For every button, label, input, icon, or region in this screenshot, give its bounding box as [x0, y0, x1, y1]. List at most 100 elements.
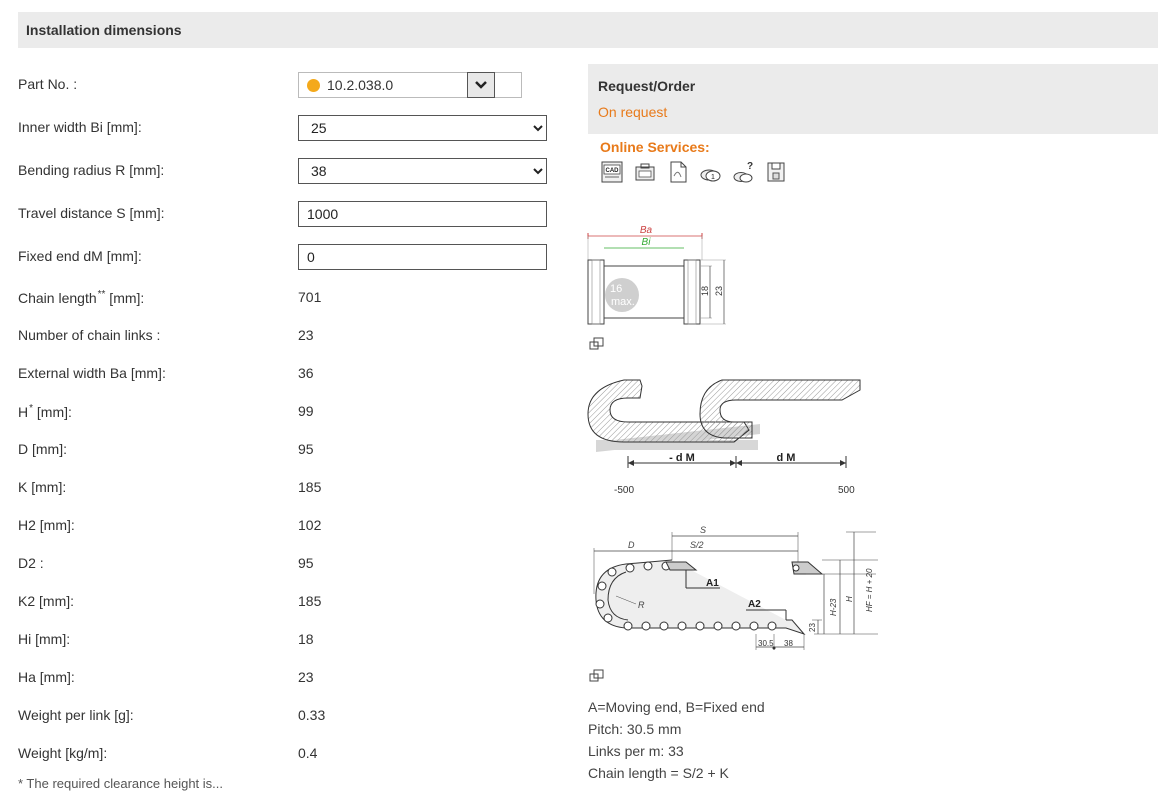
result-row: External width Ba [mm]: 36 [18, 361, 558, 387]
result-label: Ha [mm]: [18, 669, 75, 685]
svg-text:CAD: CAD [606, 168, 620, 174]
fixed-end-input[interactable] [298, 244, 547, 270]
svg-text:?: ? [747, 161, 753, 172]
request-order-panel: Request/Order On request [588, 64, 1158, 134]
dim-38-label: 38 [784, 639, 793, 648]
result-label-text: D2 : [18, 555, 44, 571]
notes-pitch: Pitch: 30.5 mm [588, 721, 682, 737]
s-label: S [700, 525, 706, 535]
result-row: D2 : 95 [18, 551, 558, 577]
dm-min-value: -500 [614, 485, 634, 496]
result-label: H2 [mm]: [18, 517, 75, 533]
result-value: 95 [298, 555, 314, 571]
result-row: Hi [mm]: 18 [18, 627, 558, 653]
result-label-text: Weight [kg/m]: [18, 745, 108, 761]
fixed-end-diagram: - d M d M -500 500 [587, 379, 861, 496]
bending-radius-label: Bending radius R [mm]: [18, 162, 165, 178]
result-label: Chain length** [mm]: [18, 289, 144, 306]
part-no-dropdown-button[interactable] [467, 72, 495, 98]
result-value: 102 [298, 517, 322, 533]
result-value: 23 [298, 327, 314, 343]
result-row: Number of chain links : 23 [18, 323, 558, 349]
result-label: Weight [kg/m]: [18, 745, 107, 761]
bending-radius-select[interactable]: 38 [298, 158, 547, 184]
result-label-unit: [mm]: [33, 404, 72, 420]
result-label: Hi [mm]: [18, 631, 70, 647]
result-row: Ha [mm]: 23 [18, 665, 558, 691]
inner-width-select[interactable]: 25 [298, 115, 547, 141]
a2-label: A2 [748, 599, 761, 610]
travel-distance-input[interactable] [298, 201, 547, 227]
result-label: D2 : [18, 555, 44, 571]
chevron-down-icon [475, 81, 487, 89]
d-label: D [628, 540, 635, 550]
online-services-label: Online Services: [600, 139, 710, 155]
max-label: max. [611, 296, 635, 308]
diagram-notes: A=Moving end, B=Fixed end Pitch: 30.5 mm… [588, 696, 765, 784]
svg-text:1: 1 [711, 174, 715, 181]
result-label: H* [mm]: [18, 403, 72, 420]
help-icon[interactable]: ? [732, 160, 756, 184]
result-label-text: Ha [mm]: [18, 669, 75, 685]
part-no-row: Part No. : 10.2.038.0 [18, 72, 558, 98]
quantity-icon[interactable]: 1 [699, 160, 723, 184]
pdf-icon[interactable] [666, 160, 690, 184]
result-value: 18 [298, 631, 314, 647]
configurator-icon[interactable] [633, 160, 657, 184]
ba-label: Ba [640, 225, 653, 236]
result-value: 23 [298, 669, 314, 685]
notes-legend: A=Moving end, B=Fixed end [588, 699, 765, 715]
part-no-value: 10.2.038.0 [327, 77, 394, 93]
expand-diagram-1-icon[interactable] [589, 337, 604, 350]
save-icon[interactable] [764, 160, 788, 184]
dm-label: d M [777, 452, 796, 464]
result-label: K [mm]: [18, 479, 66, 495]
result-label-text: Hi [mm]: [18, 631, 71, 647]
max-value: 16 [610, 283, 622, 295]
cad-icon[interactable]: CAD [600, 160, 624, 184]
bending-radius-row: Bending radius R [mm]: 38 [18, 158, 558, 184]
hf-label: HF = H + 20 [865, 568, 874, 612]
h-23-label: H-23 [829, 598, 838, 616]
dm-max-value: 500 [838, 485, 855, 496]
inner-width-row: Inner width Bi [mm]: 25 [18, 115, 558, 141]
result-row: H* [mm]: 99 [18, 399, 558, 425]
expand-diagram-3-icon[interactable] [589, 669, 604, 682]
footnote: * The required clearance height is... [18, 776, 223, 791]
result-row: Weight [kg/m]: 0.4 [18, 741, 558, 767]
result-label-text: Weight per link [g]: [18, 707, 134, 723]
travel-distance-label: Travel distance S [mm]: [18, 205, 165, 221]
online-services-icons: CAD 1 ? [600, 160, 793, 184]
result-row: Chain length** [mm]: 701 [18, 285, 558, 311]
cross-section-diagram: Ba Bi 16 max. 18 23 [587, 225, 726, 325]
request-order-title: Request/Order [598, 78, 696, 94]
travel-distance-row: Travel distance S [mm]: [18, 201, 558, 227]
part-no-selector[interactable]: 10.2.038.0 [298, 72, 522, 98]
result-label-text: H2 [mm]: [18, 517, 75, 533]
notes-chain-length: Chain length = S/2 + K [588, 765, 729, 781]
dimension-diagram: S D S/2 A1 R A2 23 H-23 H HF = H + 20 30… [593, 525, 878, 650]
request-order-value: On request [598, 104, 668, 120]
result-value: 0.4 [298, 745, 318, 761]
result-value: 185 [298, 593, 322, 609]
status-dot-icon [307, 79, 320, 92]
part-no-field[interactable]: 10.2.038.0 [298, 72, 522, 98]
fixed-end-label: Fixed end dM [mm]: [18, 248, 142, 264]
result-label-text: K [mm]: [18, 479, 67, 495]
bi-label: Bi [642, 237, 652, 248]
result-label-text: External width Ba [mm]: [18, 365, 166, 381]
ha-label: 23 [714, 286, 724, 296]
result-label: D [mm]: [18, 441, 67, 457]
result-row: H2 [mm]: 102 [18, 513, 558, 539]
result-value: 95 [298, 441, 314, 457]
section-title: Installation dimensions [18, 12, 1158, 48]
result-label-text: D [mm]: [18, 441, 67, 457]
result-label: Weight per link [g]: [18, 707, 134, 723]
result-value: 0.33 [298, 707, 326, 723]
pitch-dim-label: 30.5 [758, 639, 774, 648]
result-label: External width Ba [mm]: [18, 365, 166, 381]
dim-23-label: 23 [808, 623, 817, 632]
s2-label: S/2 [690, 540, 704, 550]
inner-width-label: Inner width Bi [mm]: [18, 119, 142, 135]
neg-dm-label: - d M [669, 452, 695, 464]
